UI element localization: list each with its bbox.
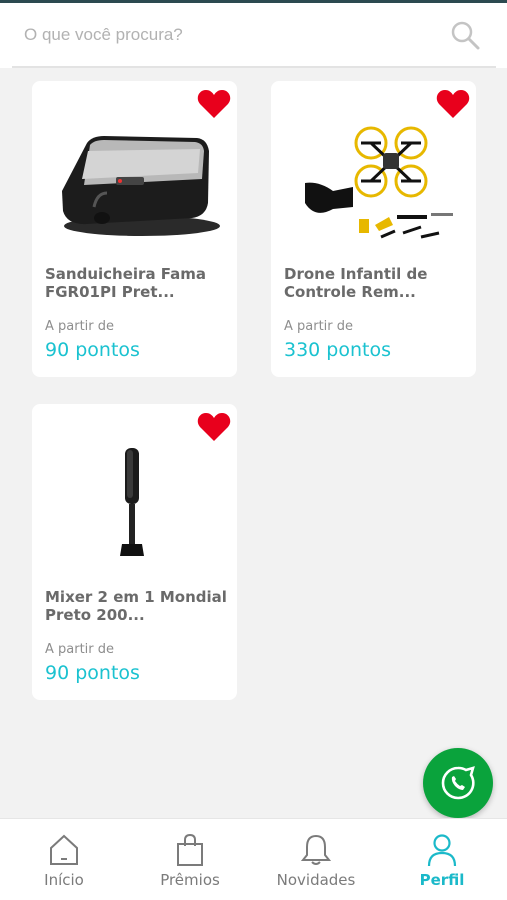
product-price: 90 pontos	[45, 662, 140, 684]
search-input[interactable]: O que você procura?	[24, 25, 183, 45]
product-title: Mixer 2 em 1 Mondial Preto 200...	[45, 588, 227, 624]
bottom-nav: Início Prêmios Novidades Perfil	[0, 818, 507, 900]
whatsapp-icon	[441, 766, 475, 800]
nav-item-premios[interactable]: Prêmios	[127, 819, 253, 900]
favorite-heart-icon[interactable]	[436, 89, 470, 119]
nav-label: Prêmios	[160, 871, 220, 889]
search-divider	[12, 66, 496, 68]
product-card[interactable]: Drone Infantil de Controle Rem... A part…	[271, 81, 476, 377]
nav-label: Perfil	[419, 871, 465, 889]
product-price: 330 pontos	[284, 339, 392, 361]
nav-label: Novidades	[276, 871, 356, 889]
nav-item-perfil[interactable]: Perfil	[379, 819, 505, 900]
nav-label: Início	[44, 871, 84, 889]
home-icon	[50, 834, 78, 865]
price-from-label: A partir de	[284, 319, 354, 334]
sandwich-maker-image	[32, 121, 237, 251]
favorite-heart-icon[interactable]	[197, 89, 231, 119]
nav-item-inicio[interactable]: Início	[1, 819, 127, 900]
search-icon[interactable]	[449, 19, 481, 51]
product-card[interactable]: Sanduicheira Fama FGR01PI Pret... A part…	[32, 81, 237, 377]
price-from-label: A partir de	[45, 319, 115, 334]
user-icon	[427, 834, 457, 867]
price-from-label: A partir de	[45, 642, 115, 657]
favorite-heart-icon[interactable]	[197, 412, 231, 442]
product-title: Drone Infantil de Controle Rem...	[284, 265, 428, 301]
nav-item-novidades[interactable]: Novidades	[253, 819, 379, 900]
product-card[interactable]: Mixer 2 em 1 Mondial Preto 200... A part…	[32, 404, 237, 700]
hand-mixer-image	[32, 444, 237, 574]
drone-image	[271, 121, 476, 251]
product-price: 90 pontos	[45, 339, 140, 361]
search-bar[interactable]: O que você procura?	[0, 3, 507, 68]
bell-icon	[300, 834, 332, 865]
product-title: Sanduicheira Fama FGR01PI Pret...	[45, 265, 207, 301]
shopping-bag-icon	[177, 833, 203, 866]
whatsapp-button[interactable]	[423, 748, 493, 818]
